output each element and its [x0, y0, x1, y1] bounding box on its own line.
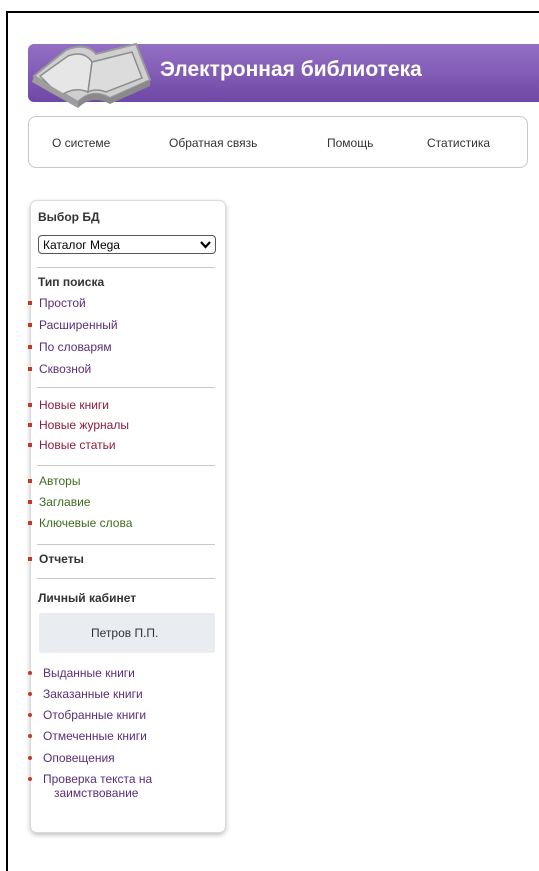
divider [37, 578, 215, 579]
bullet-icon [28, 520, 32, 525]
new-journals-link[interactable]: Новые журналы [28, 418, 129, 432]
bullet-icon [28, 499, 32, 504]
keywords-link[interactable]: Ключевые слова [28, 516, 132, 530]
search-type-title: Тип поиска [38, 275, 105, 289]
bullet-icon [28, 422, 32, 427]
user-name: Петров П.П. [91, 626, 159, 640]
chevron-down-icon [200, 241, 211, 249]
bullet-icon [28, 776, 32, 781]
bullet-icon [28, 755, 32, 760]
bullet-icon [28, 478, 32, 483]
marked-books-link[interactable]: Отмеченные книги [28, 729, 147, 743]
bullet-icon [28, 300, 32, 305]
bullet-icon [28, 366, 32, 371]
selected-books-link[interactable]: Отобранные книги [28, 708, 146, 722]
search-advanced-link[interactable]: Расширенный [28, 318, 118, 332]
authors-link[interactable]: Авторы [28, 474, 80, 488]
bullet-icon [28, 344, 32, 349]
plagiarism-check-link-line2[interactable]: заимствование [54, 786, 138, 800]
user-box: Петров П.П. [39, 613, 215, 653]
bullet-icon [28, 733, 32, 738]
nav-about[interactable]: О системе [52, 136, 110, 150]
bullet-icon [28, 670, 32, 675]
divider [37, 465, 215, 466]
new-articles-link[interactable]: Новые статьи [28, 438, 116, 452]
divider [37, 387, 215, 388]
reports-link[interactable]: Отчеты [28, 552, 84, 566]
db-select-title: Выбор БД [38, 210, 100, 224]
search-through-link[interactable]: Сквозной [28, 362, 91, 376]
cabinet-title: Личный кабинет [38, 591, 137, 605]
bullet-icon [28, 712, 32, 717]
divider [37, 267, 215, 268]
bullet-icon [28, 322, 32, 327]
search-dictionary-link[interactable]: По словарям [28, 340, 112, 354]
nav-statistics[interactable]: Статистика [427, 136, 490, 150]
db-select-value: Каталог Mega [43, 238, 120, 252]
nav-feedback[interactable]: Обратная связь [169, 136, 257, 150]
bullet-icon [28, 556, 32, 561]
bullet-icon [28, 691, 32, 696]
book-icon [32, 42, 152, 108]
divider [37, 544, 215, 545]
top-nav: О системе Обратная связь Помощь Статисти… [28, 116, 528, 168]
ordered-books-link[interactable]: Заказанные книги [28, 687, 143, 701]
bullet-icon [28, 442, 32, 447]
issued-books-link[interactable]: Выданные книги [28, 666, 135, 680]
page-title: Электронная библиотека [160, 58, 422, 81]
search-simple-link[interactable]: Простой [28, 296, 86, 310]
db-select[interactable]: Каталог Mega [38, 235, 216, 254]
nav-help[interactable]: Помощь [327, 136, 373, 150]
notifications-link[interactable]: Оповещения [28, 751, 115, 765]
titles-link[interactable]: Заглавие [28, 495, 90, 509]
bullet-icon [28, 402, 32, 407]
plagiarism-check-link[interactable]: Проверка текста на [28, 772, 152, 786]
new-books-link[interactable]: Новые книги [28, 398, 109, 412]
